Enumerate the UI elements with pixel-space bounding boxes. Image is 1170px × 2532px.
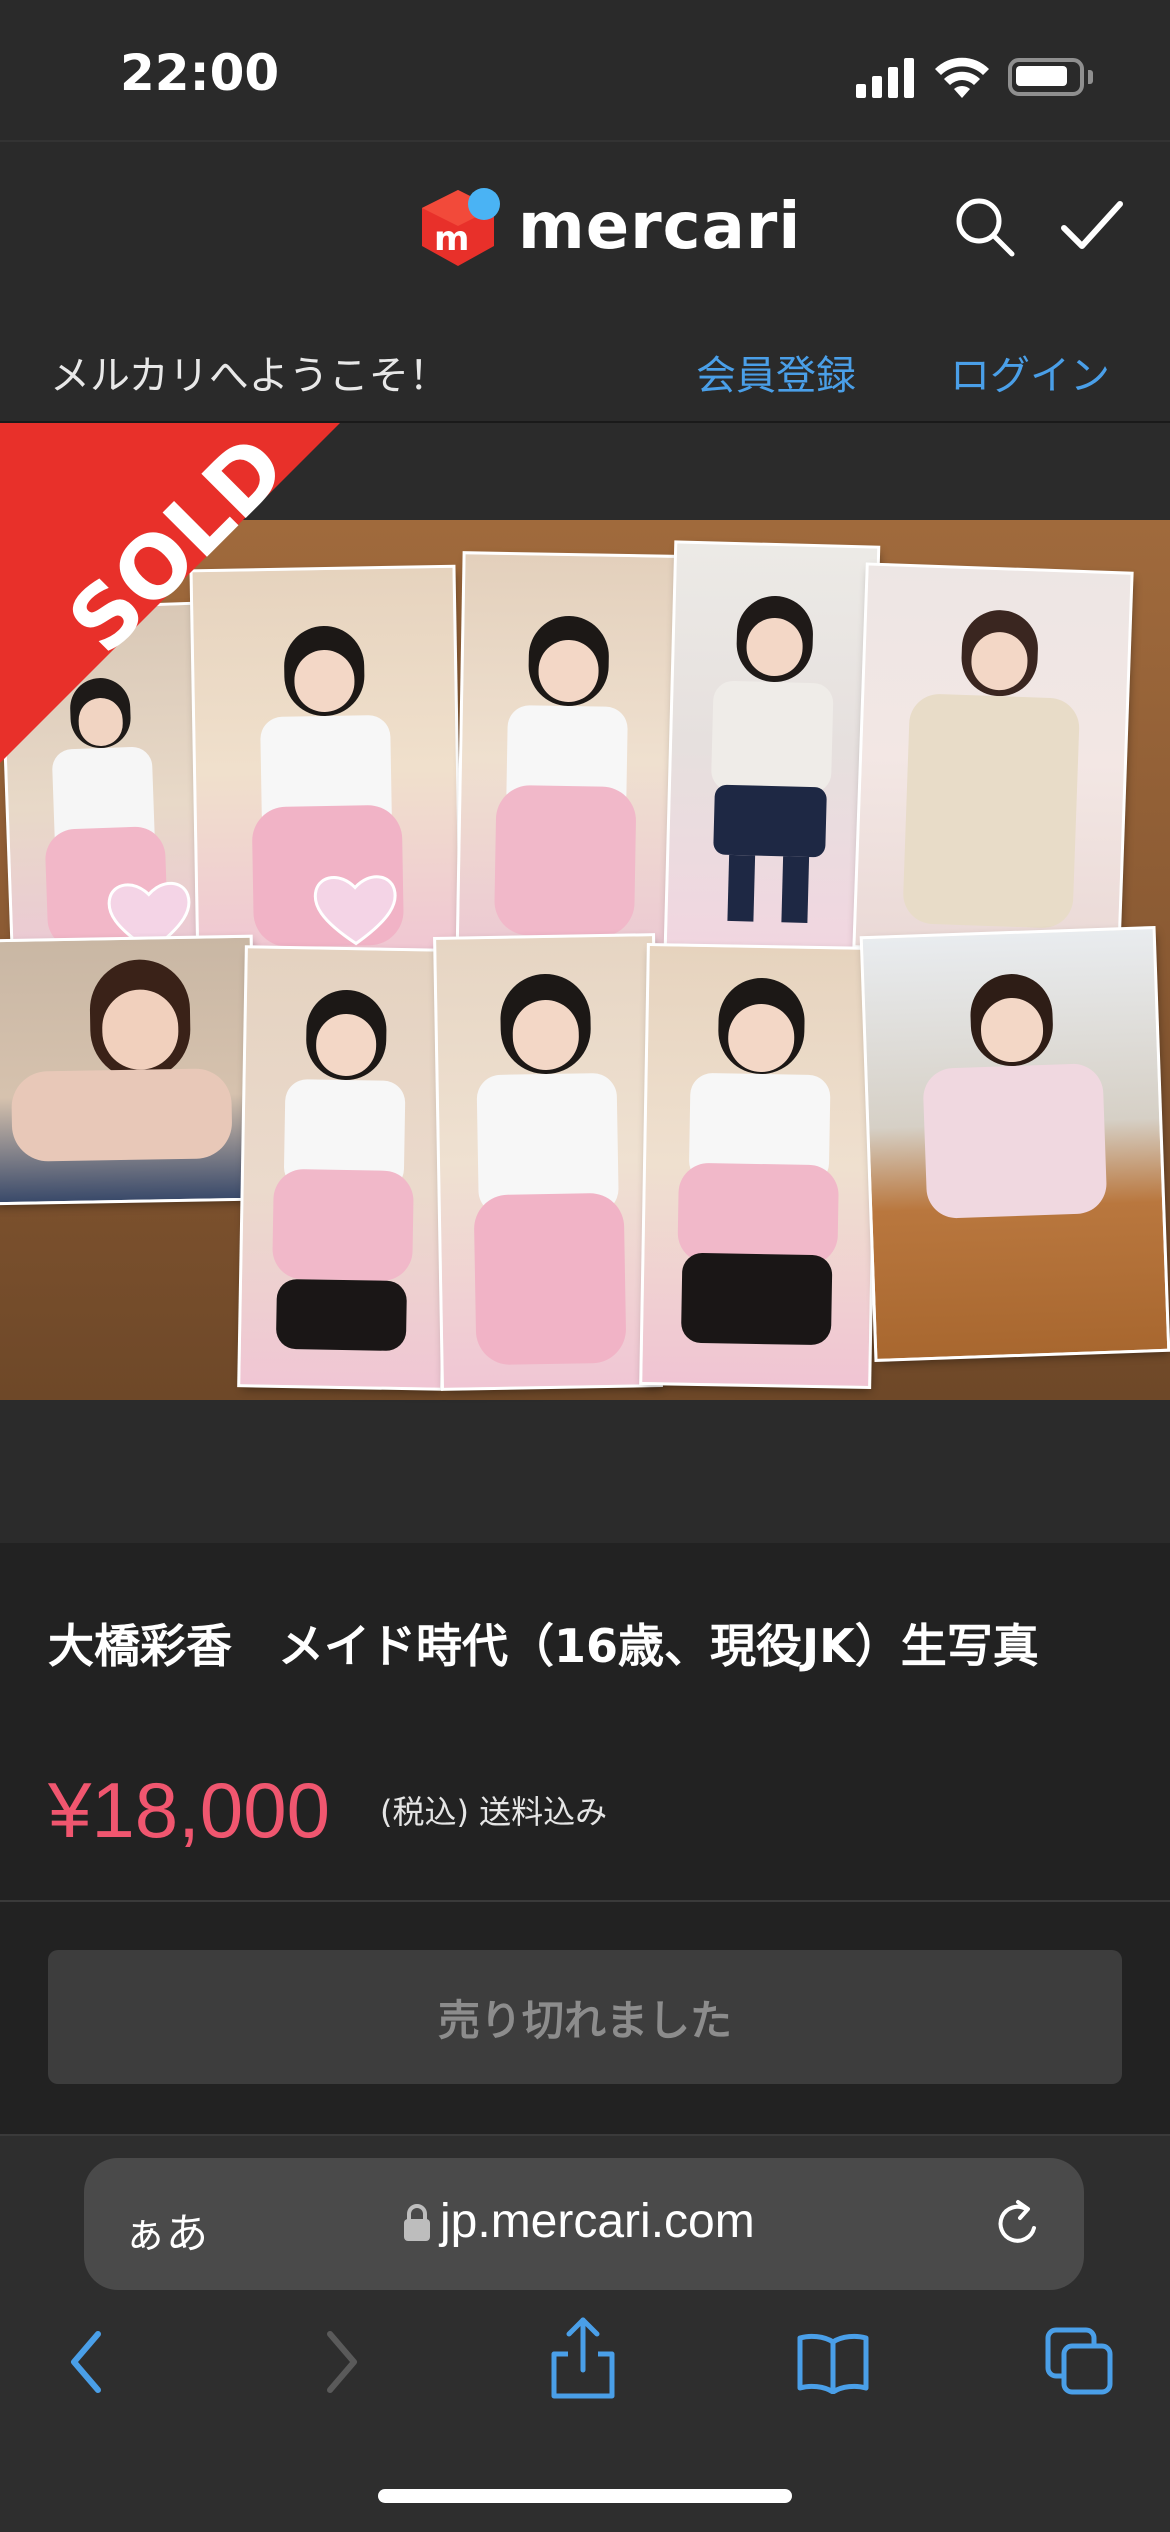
photo-card bbox=[0, 937, 255, 1203]
browser-toolbar: ぁあ jp.mercari.com bbox=[0, 2134, 1170, 2532]
forward-arrow-icon[interactable] bbox=[322, 2326, 362, 2398]
price-note: (税込) 送料込み bbox=[380, 1793, 608, 1831]
mercari-logo[interactable]: m mercari bbox=[418, 182, 801, 272]
battery-tip bbox=[1088, 70, 1093, 84]
search-icon[interactable] bbox=[952, 194, 1016, 258]
heart-sticker-icon bbox=[313, 875, 397, 946]
tabs-icon[interactable] bbox=[1044, 2326, 1114, 2396]
listing-info: 大橋彩香 メイド時代（16歳、現役JK）生写真 ¥18,000 (税込) 送料込… bbox=[0, 1543, 1170, 1901]
login-link[interactable]: ログイン bbox=[950, 343, 1110, 401]
svg-text:m: m bbox=[434, 219, 469, 259]
address-bar[interactable]: ぁあ jp.mercari.com bbox=[84, 2158, 1084, 2290]
item-price: ¥18,000 bbox=[48, 1766, 330, 1854]
sold-ribbon: SOLD bbox=[0, 423, 340, 763]
photo-card bbox=[666, 543, 878, 949]
battery-fill bbox=[1016, 66, 1067, 86]
photo-card bbox=[458, 554, 676, 966]
divider bbox=[0, 1900, 1170, 1902]
bookmarks-icon[interactable] bbox=[796, 2332, 870, 2394]
photo-card bbox=[642, 946, 876, 1386]
text-size-button[interactable]: ぁあ bbox=[124, 2200, 208, 2261]
back-arrow-icon[interactable] bbox=[66, 2326, 106, 2398]
share-icon[interactable] bbox=[550, 2316, 616, 2400]
mercari-logo-icon: m bbox=[422, 188, 500, 266]
lock-icon bbox=[404, 2204, 430, 2241]
url-text: jp.mercari.com bbox=[440, 2195, 755, 2248]
welcome-bar: メルカリへようこそ！ 会員登録 ログイン bbox=[0, 315, 1170, 423]
checkmark-icon[interactable] bbox=[1058, 194, 1126, 258]
screen: 22:00 m mercari メルカリへようこそ！ 会員登録 ログイン SOL… bbox=[0, 0, 1170, 2532]
item-title: 大橋彩香 メイド時代（16歳、現役JK）生写真 bbox=[48, 1619, 1039, 1673]
cellular-signal-icon bbox=[856, 58, 914, 98]
sold-out-button[interactable]: 売り切れました bbox=[48, 1950, 1122, 2084]
welcome-text: メルカリへようこそ！ bbox=[50, 353, 449, 399]
wifi-icon bbox=[935, 57, 989, 98]
home-indicator[interactable] bbox=[378, 2489, 792, 2503]
photo-card bbox=[862, 929, 1168, 1359]
battery-icon bbox=[1008, 58, 1084, 96]
reload-icon[interactable] bbox=[992, 2198, 1044, 2250]
photo-card bbox=[240, 948, 448, 1388]
logo-text: mercari bbox=[518, 190, 802, 264]
product-image-area[interactable]: SOLD bbox=[0, 423, 1170, 1543]
status-bar: 22:00 bbox=[0, 0, 1170, 140]
site-header: m mercari bbox=[0, 140, 1170, 315]
photo-card bbox=[436, 936, 660, 1388]
signup-link[interactable]: 会員登録 bbox=[696, 343, 856, 401]
photo-card bbox=[855, 565, 1131, 955]
